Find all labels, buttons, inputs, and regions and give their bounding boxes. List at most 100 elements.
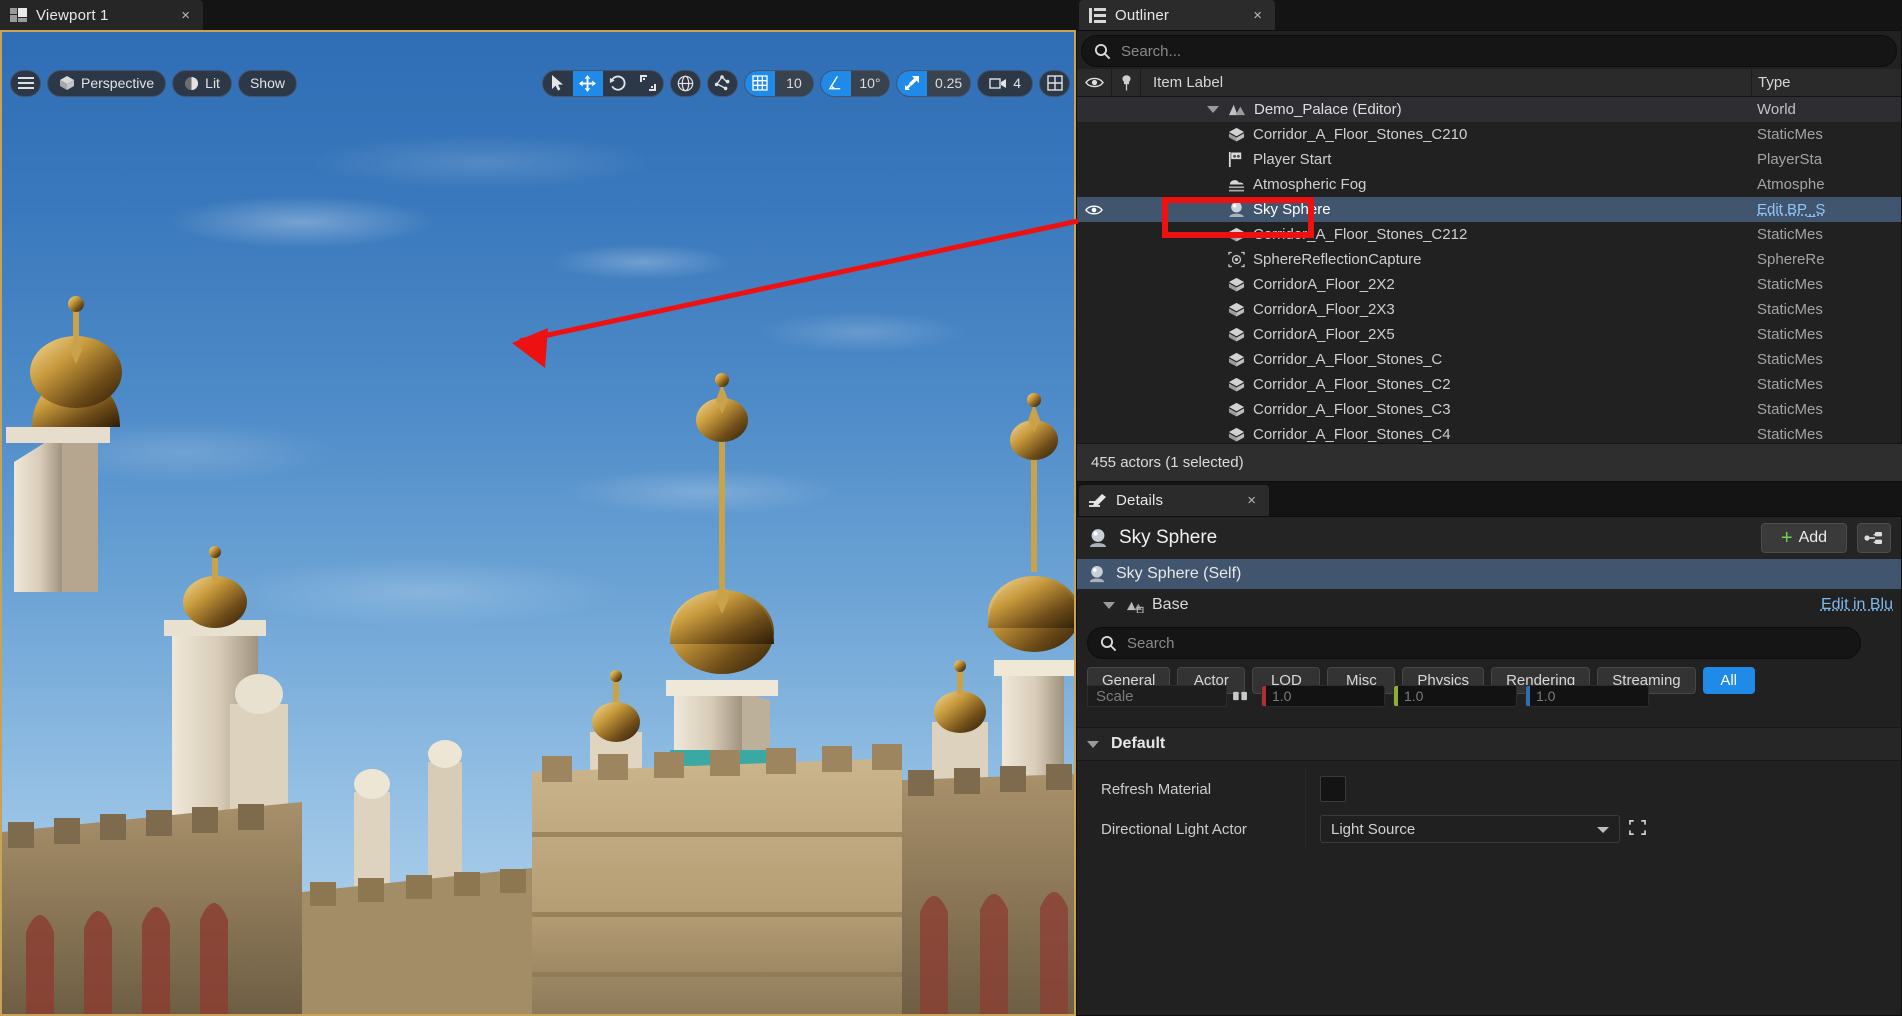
rotate-gizmo-icon[interactable] [603,71,633,96]
right-dock: Outliner × Search... Item Label Type Dem… [1076,0,1902,1016]
row-label-cell: Atmospheric Fog [1141,176,1751,193]
table-row[interactable]: CorridorA_Floor_2X5 StaticMes [1077,322,1901,347]
row-label-cell: Player Start [1141,151,1751,168]
property-value [1305,769,1901,809]
table-row[interactable]: SphereReflectionCapture SphereRe [1077,247,1901,272]
row-label-cell: Corridor_A_Floor_Stones_C3 [1141,401,1751,418]
outliner-search-box[interactable]: Search... [1081,35,1897,67]
angle-snap-icon[interactable] [820,70,851,96]
grid-snap-icon[interactable] [744,70,775,96]
directional-light-actor-dropdown[interactable]: Light Source [1320,815,1620,843]
row-label-cell: SphereReflectionCapture [1141,251,1751,268]
row-type-cell: StaticMes [1757,376,1823,393]
scale-x-field[interactable]: 1.0 [1261,685,1385,707]
viewport-render-area[interactable]: Perspective Lit Show 10 10° 0.25 4 [0,30,1076,1016]
static-mesh-icon [1228,402,1245,417]
chevron-down-icon[interactable] [1087,740,1099,748]
browse-to-asset-icon[interactable] [1628,819,1647,840]
details-header: Sky Sphere + Add [1077,517,1901,559]
row-type-cell: World [1757,101,1796,118]
view-mode-label: Lit [205,75,220,91]
transform-tools-group [541,69,664,97]
row-type-cell: StaticMes [1757,326,1823,343]
row-label-text: Corridor_A_Floor_Stones_C2 [1253,376,1451,393]
camera-mode-dropdown[interactable]: Perspective [47,69,167,97]
row-label-text: Corridor_A_Floor_Stones_C210 [1253,126,1468,143]
edit-blueprint-link[interactable]: Edit BP_S [1757,201,1825,218]
pin-column-icon[interactable] [1111,69,1141,96]
tab-details[interactable]: Details × [1079,485,1269,516]
close-icon[interactable]: × [1250,6,1265,25]
grid-snap-value[interactable]: 10 [774,70,813,96]
row-type-cell: StaticMes [1757,226,1823,243]
globe-world-space-icon[interactable] [669,69,701,97]
grid-snap-group: 10 [743,69,814,97]
plus-icon: + [1780,527,1793,549]
row-label-text: Corridor_A_Floor_Stones_C [1253,351,1443,368]
component-base-label: Base [1152,596,1189,613]
visibility-column-icon[interactable] [1077,76,1111,89]
world-icon [1229,104,1246,116]
scale-z-field[interactable]: 1.0 [1525,685,1649,707]
row-label-text: Demo_Palace (Editor) [1254,101,1402,118]
table-row[interactable]: Corridor_A_Floor_Stones_C210 StaticMes [1077,122,1901,147]
outliner-tree[interactable]: Demo_Palace (Editor) World Corridor_A_Floo… [1077,97,1901,475]
angle-snap-value[interactable]: 10° [850,70,889,96]
row-label-text: SphereReflectionCapture [1253,251,1422,268]
chevron-down-icon[interactable] [1103,601,1115,609]
add-component-button[interactable]: + Add [1761,523,1847,553]
search-icon [1100,635,1117,651]
close-icon[interactable]: × [178,6,193,25]
search-icon [1094,43,1111,59]
scale-snap-value[interactable]: 0.25 [926,70,971,96]
table-row[interactable]: Player Start PlayerSta [1077,147,1901,172]
viewport-layout-icon[interactable] [1039,69,1070,97]
property-row-directional-light-actor: Directional Light Actor Light Source [1077,809,1901,849]
table-row[interactable]: CorridorA_Floor_2X2 StaticMes [1077,272,1901,297]
property-label: Refresh Material [1101,780,1212,798]
table-row[interactable]: Corridor_A_Floor_Stones_C2 StaticMes [1077,372,1901,397]
table-row[interactable]: Demo_Palace (Editor) World [1077,97,1901,122]
tab-viewport-1[interactable]: Viewport 1 × [0,0,203,30]
static-mesh-icon [1228,427,1245,442]
row-type-cell: StaticMes [1757,126,1823,143]
blueprint-graph-icon[interactable] [1857,523,1891,553]
move-gizmo-icon[interactable] [572,70,603,96]
row-type-cell[interactable]: Edit BP_S [1751,201,1901,218]
column-header-type[interactable]: Type [1751,69,1901,96]
scale-y-field[interactable]: 1.0 [1393,685,1517,707]
table-row[interactable]: Corridor_A_Floor_Stones_C3 StaticMes [1077,397,1901,422]
tab-outliner[interactable]: Outliner × [1079,0,1275,30]
chevron-down-icon[interactable] [1207,106,1219,113]
table-row[interactable]: Atmospheric Fog Atmosphe [1077,172,1901,197]
row-type-cell: StaticMes [1757,301,1823,318]
details-search-box[interactable]: Search [1087,627,1861,659]
component-row-base[interactable]: Base Edit in Blu [1077,589,1901,621]
show-menu-button[interactable]: Show [237,69,297,97]
cursor-select-icon[interactable] [543,71,573,96]
close-icon[interactable]: × [1244,491,1259,510]
camera-speed-control[interactable]: 4 [977,69,1033,97]
surface-snap-icon[interactable] [706,69,738,97]
table-row[interactable]: Corridor_A_Floor_Stones_C StaticMes [1077,347,1901,372]
view-mode-dropdown[interactable]: Lit [172,69,232,97]
table-row[interactable]: CorridorA_Floor_2X3 StaticMes [1077,297,1901,322]
edit-in-blueprint-link[interactable]: Edit in Blu [1821,596,1893,614]
row-label-cell: Corridor_A_Floor_Stones_C212 [1141,226,1751,243]
refresh-material-checkbox[interactable] [1320,776,1346,802]
angle-snap-group: 10° [819,69,890,97]
section-default-header[interactable]: Default [1077,727,1901,761]
scale-snap-icon[interactable] [896,70,927,96]
table-row[interactable]: Corridor_A_Floor_Stones_C212 StaticMes [1077,222,1901,247]
component-row-self[interactable]: Sky Sphere (Self) [1077,559,1901,589]
row-type-cell: SphereRe [1757,251,1825,268]
scale-lock-icon[interactable] [1227,686,1253,706]
sky-sphere-icon [1229,201,1244,218]
table-row[interactable]: Sky Sphere Edit BP_S [1077,197,1901,222]
hamburger-menu-icon[interactable] [10,69,41,97]
column-header-item-label[interactable]: Item Label [1141,74,1751,91]
chevron-down-icon[interactable] [1597,821,1609,838]
scale-gizmo-icon[interactable] [633,71,663,96]
row-visibility-icon[interactable] [1077,204,1111,216]
static-mesh-icon [1228,352,1245,367]
